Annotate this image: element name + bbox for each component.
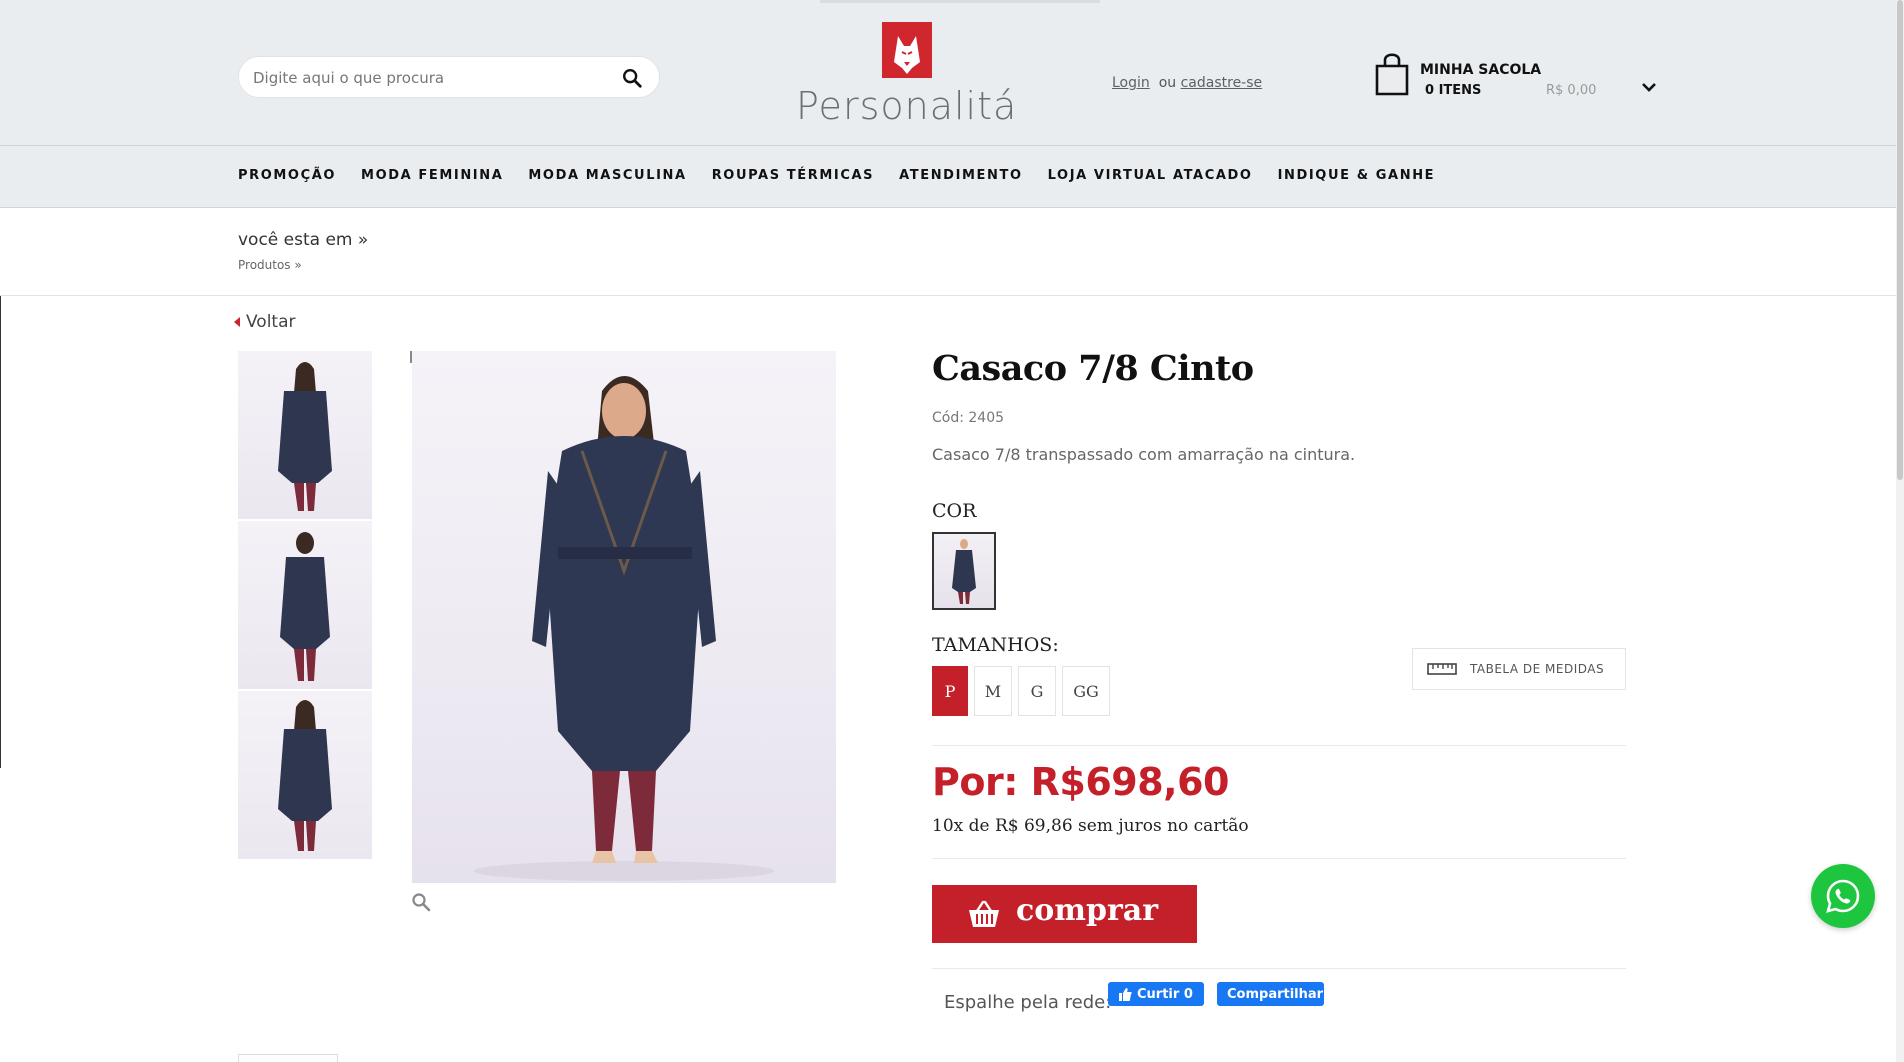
nav-item-atendimento[interactable]: ATENDIMENTO (899, 168, 1023, 183)
nav-item-indique-ganhe[interactable]: INDIQUE & GANHE (1278, 168, 1436, 183)
model-front-image (278, 362, 332, 511)
thumbs-up-icon (1119, 987, 1132, 1001)
whatsapp-icon (1826, 879, 1860, 913)
zoom-icon[interactable] (411, 892, 431, 912)
share-button-label: Compartilhar (1227, 986, 1324, 1002)
scrollbar-thumb[interactable] (1897, 0, 1903, 480)
like-label: Curtir 0 (1137, 986, 1193, 1002)
nav-item-moda-feminina[interactable]: MODA FEMININA (361, 168, 503, 183)
divider (932, 858, 1626, 859)
size-chart-label: TABELA DE MEDIDAS (1470, 662, 1605, 676)
nav-item-moda-masculina[interactable]: MODA MASCULINA (528, 168, 686, 183)
search-input[interactable] (253, 66, 593, 90)
size-selector: P M G GG (932, 666, 1110, 716)
site-header: Personalitá Login ou cadastre-se MINHA S… (0, 0, 1904, 208)
color-label: COR (932, 500, 977, 522)
header-top-line (820, 0, 1100, 3)
search-box (238, 56, 660, 98)
back-label: Voltar (246, 312, 296, 332)
size-option-p[interactable]: P (932, 666, 968, 716)
size-option-m[interactable]: M (974, 666, 1012, 716)
chevron-down-icon[interactable] (1640, 80, 1658, 94)
cart-item-count: 0 ITENS (1425, 83, 1482, 98)
logo-wordmark: Personalitá (796, 84, 1018, 128)
product-thumbnail-side[interactable] (238, 691, 372, 859)
login-link[interactable]: Login (1112, 75, 1150, 91)
product-code: Cód: 2405 (932, 410, 1005, 426)
product-thumbnail-back[interactable] (238, 521, 372, 689)
product-title: Casaco 7/8 Cinto (932, 348, 1254, 389)
back-link[interactable]: Voltar (234, 312, 296, 332)
wolf-logo-icon (882, 22, 932, 78)
color-swatch-image (952, 539, 976, 604)
model-back-image (280, 532, 330, 681)
product-price: Por: R$698,60 (932, 760, 1229, 804)
bottom-tab[interactable] (238, 1054, 338, 1062)
nav-item-promocao[interactable]: PROMOÇÃO (238, 168, 336, 183)
site-logo[interactable]: Personalitá (796, 22, 1022, 132)
or-text: ou (1158, 75, 1177, 91)
divider (932, 745, 1626, 746)
breadcrumb-title: você esta em » (238, 230, 369, 250)
share-label: Espalhe pela rede: (944, 992, 1112, 1013)
facebook-like-button[interactable]: Curtir 0 (1108, 982, 1204, 1006)
nav-item-roupas-termicas[interactable]: ROUPAS TÉRMICAS (712, 168, 874, 183)
installments-text: 10x de R$ 69,86 sem juros no cartão (932, 816, 1249, 836)
buy-button[interactable]: comprar (932, 885, 1197, 943)
nav-item-loja-virtual-atacado[interactable]: LOJA VIRTUAL ATACADO (1048, 168, 1253, 183)
product-main-image[interactable] (412, 351, 836, 883)
product-thumbnail-front[interactable] (238, 351, 372, 519)
color-swatch[interactable] (932, 532, 996, 610)
size-option-g[interactable]: G (1018, 666, 1056, 716)
breadcrumb: você esta em » Produtos » (0, 208, 1904, 296)
ruler-icon (1427, 663, 1457, 675)
basket-icon (969, 900, 999, 927)
auth-links: Login ou cadastre-se (1112, 75, 1262, 91)
model-main-image (474, 376, 774, 881)
register-link[interactable]: cadastre-se (1181, 75, 1263, 91)
search-icon[interactable] (621, 67, 643, 89)
size-chart-button[interactable]: TABELA DE MEDIDAS (1412, 648, 1626, 690)
back-arrow-icon (234, 317, 240, 327)
whatsapp-button[interactable] (1811, 864, 1875, 928)
page: { "header": { "search_placeholder": "Dig… (0, 0, 1904, 1062)
bag-icon[interactable] (1374, 50, 1410, 96)
facebook-share-button[interactable]: Compartilhar (1217, 982, 1324, 1006)
sizes-label: TAMANHOS: (932, 634, 1059, 656)
size-option-gg[interactable]: GG (1062, 666, 1110, 716)
cart-title[interactable]: MINHA SACOLA (1420, 62, 1541, 78)
model-side-image (278, 700, 332, 851)
divider (932, 968, 1626, 969)
product-description: Casaco 7/8 transpassado com amarração na… (932, 445, 1356, 464)
cart-total: R$ 0,00 (1546, 83, 1597, 98)
buy-label: comprar (1016, 893, 1159, 928)
breadcrumb-path[interactable]: Produtos » (238, 258, 302, 272)
main-nav: PROMOÇÃO MODA FEMININA MODA MASCULINA RO… (0, 145, 1904, 208)
